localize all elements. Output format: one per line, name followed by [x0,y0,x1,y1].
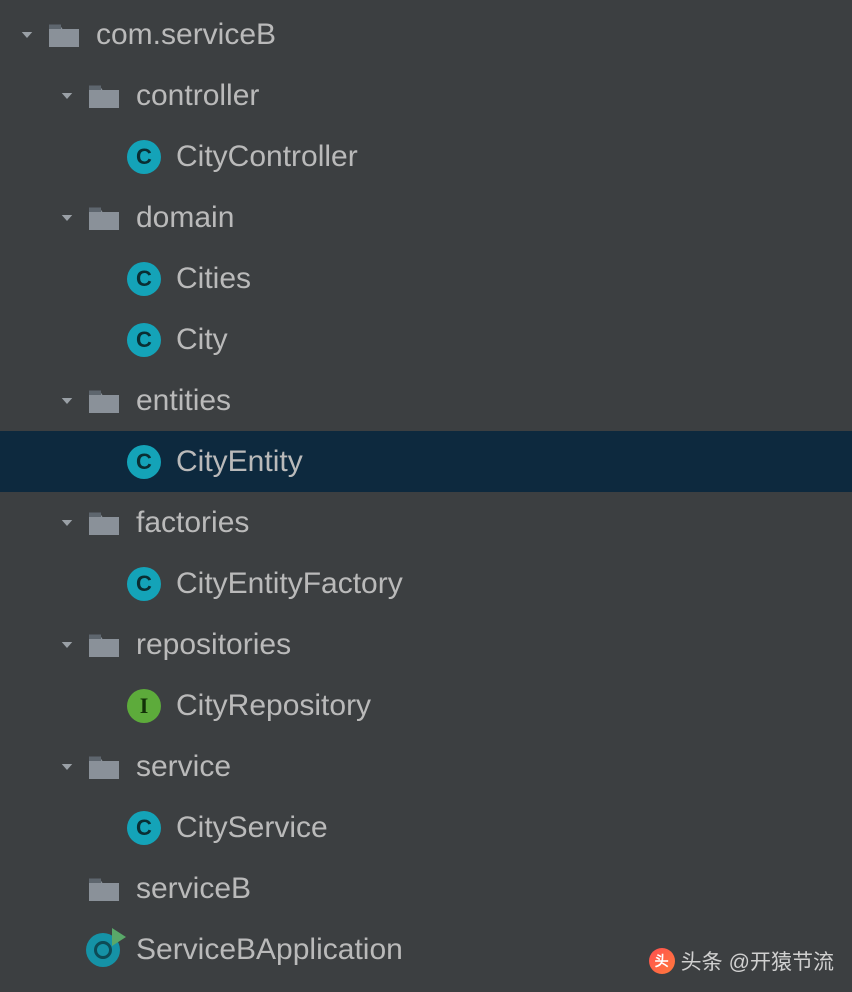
watermark-prefix: 头条 [681,946,723,976]
chevron-down-icon[interactable] [48,636,86,654]
tree-item-label: City [176,323,228,357]
tree-item-cityentity[interactable]: C CityEntity [0,431,852,492]
tree-folder-domain[interactable]: domain [0,187,852,248]
tree-folder-repositories[interactable]: repositories [0,614,852,675]
watermark: 头 头条 @开猿节流 [649,946,834,976]
class-icon: C [126,139,162,175]
class-icon: C [126,261,162,297]
tree-folder-root[interactable]: com.serviceB [0,4,852,65]
tree-item-label: factories [136,506,249,540]
chevron-down-icon[interactable] [48,392,86,410]
tree-item-label: CityEntity [176,445,303,479]
tree-item-citycontroller[interactable]: C CityController [0,126,852,187]
tree-item-label: serviceB [136,872,251,906]
tree-item-label: ServiceBApplication [136,933,403,967]
tree-item-label: service [136,750,231,784]
tree-item-cities[interactable]: C Cities [0,248,852,309]
tree-item-label: CityController [176,140,358,174]
tree-item-label: com.serviceB [96,18,276,52]
tree-item-label: entities [136,384,231,418]
tree-item-label: repositories [136,628,291,662]
folder-icon [46,17,82,53]
folder-icon [86,749,122,785]
tree-folder-serviceb[interactable]: serviceB [0,858,852,919]
chevron-down-icon[interactable] [48,514,86,532]
spring-boot-run-icon [86,932,122,968]
tree-item-label: CityService [176,811,328,845]
tree-item-cityentityfactory[interactable]: C CityEntityFactory [0,553,852,614]
folder-icon [86,627,122,663]
tree-item-city[interactable]: C City [0,309,852,370]
tree-item-label: CityRepository [176,689,371,723]
folder-icon [86,383,122,419]
chevron-down-icon[interactable] [8,26,46,44]
tree-folder-entities[interactable]: entities [0,370,852,431]
folder-icon [86,78,122,114]
tree-folder-service[interactable]: service [0,736,852,797]
class-icon: C [126,322,162,358]
project-tree: com.serviceB controller C CityController… [0,0,852,980]
class-icon: C [126,566,162,602]
class-icon: C [126,810,162,846]
tree-folder-controller[interactable]: controller [0,65,852,126]
folder-icon [86,871,122,907]
tree-folder-factories[interactable]: factories [0,492,852,553]
chevron-down-icon[interactable] [48,87,86,105]
toutiao-logo-icon: 头 [649,948,675,974]
folder-icon [86,505,122,541]
tree-item-label: CityEntityFactory [176,567,403,601]
chevron-down-icon[interactable] [48,758,86,776]
tree-item-cityrepository[interactable]: I CityRepository [0,675,852,736]
folder-icon [86,200,122,236]
chevron-down-icon[interactable] [48,209,86,227]
tree-item-label: Cities [176,262,251,296]
class-icon: C [126,444,162,480]
tree-item-label: domain [136,201,234,235]
tree-item-label: controller [136,79,259,113]
watermark-handle: @开猿节流 [729,946,834,976]
tree-item-cityservice[interactable]: C CityService [0,797,852,858]
interface-icon: I [126,688,162,724]
